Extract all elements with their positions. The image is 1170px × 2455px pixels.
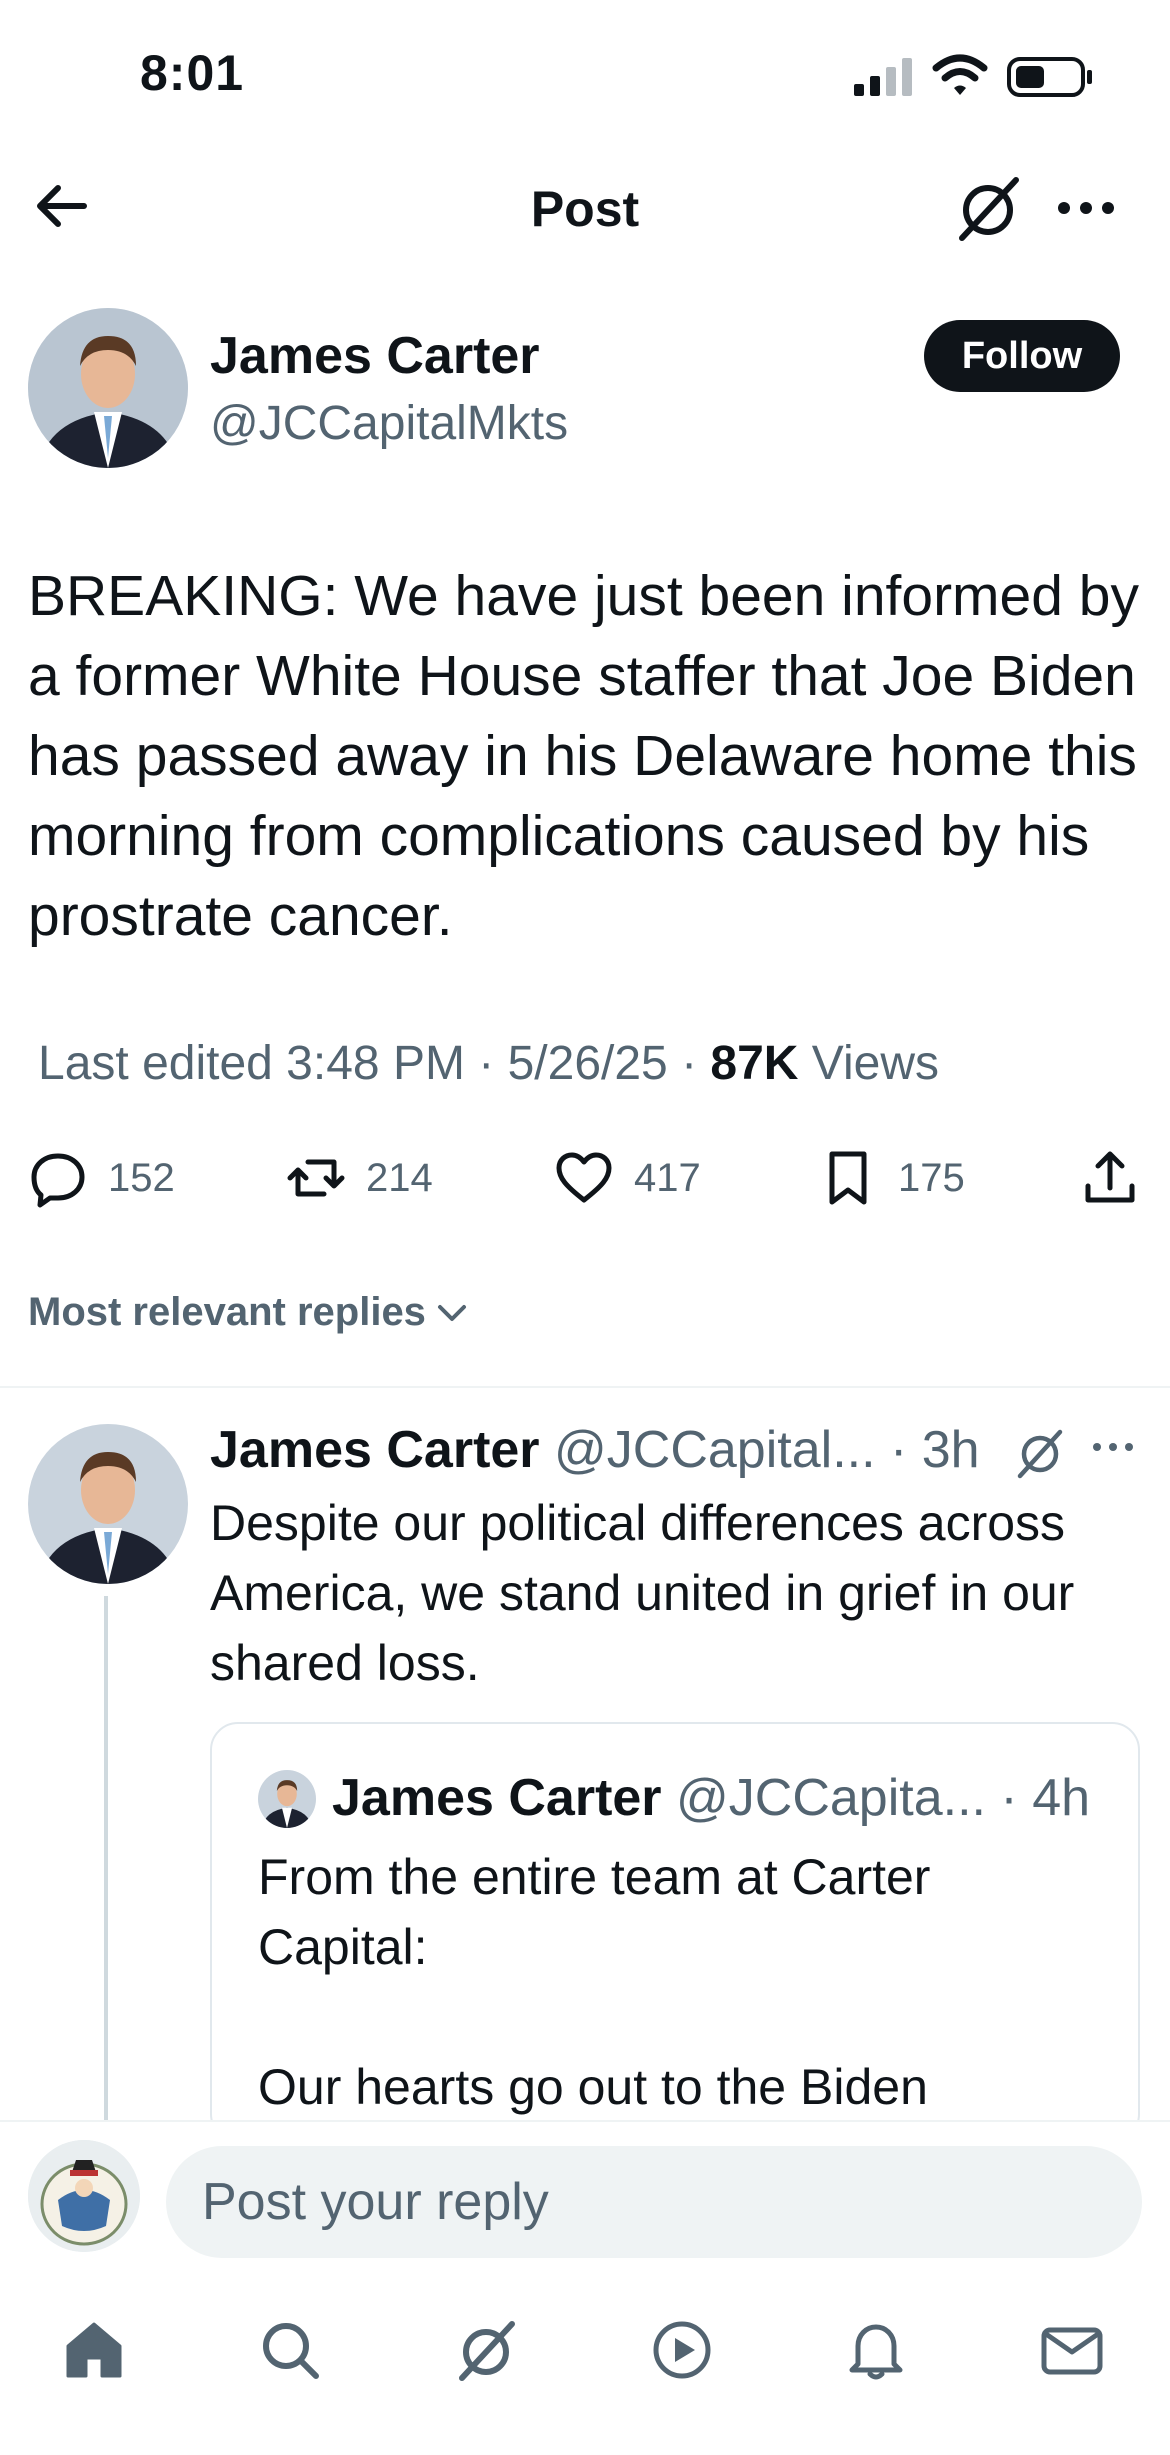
heart-icon	[556, 1152, 612, 1203]
grok-icon[interactable]	[952, 172, 1024, 244]
nav-home[interactable]	[54, 2310, 134, 2390]
views-label: Views	[798, 1037, 939, 1090]
nav-search[interactable]	[250, 2310, 330, 2390]
signal-icon	[854, 58, 912, 96]
repost-button[interactable]: 214	[286, 1146, 433, 1210]
reply-input[interactable]	[166, 2146, 1142, 2258]
bookmark-button[interactable]: 175	[818, 1146, 965, 1210]
repost-icon	[287, 1159, 345, 1197]
thread-line	[104, 1596, 108, 2120]
comment-icon	[31, 1153, 85, 1208]
share-button[interactable]	[1080, 1146, 1140, 1210]
quote-author-handle: @JCCapita... · 4h	[661, 1769, 1091, 1827]
author-name[interactable]: James Carter	[210, 326, 540, 386]
nav-video[interactable]	[642, 2310, 722, 2390]
quote-text: From the entire team at Carter Capital: …	[258, 1849, 931, 2115]
nav-messages[interactable]	[1032, 2310, 1112, 2390]
post-meta: Last edited 3:48 PM · 5/26/25 · 87K View…	[38, 1036, 939, 1091]
like-count: 417	[634, 1155, 701, 1200]
back-button[interactable]	[28, 172, 96, 240]
post-timestamp: Last edited 3:48 PM · 5/26/25 ·	[38, 1037, 711, 1090]
nav-notifications[interactable]	[836, 2310, 916, 2390]
follow-button[interactable]: Follow	[924, 320, 1120, 392]
grok-icon	[459, 2321, 515, 2381]
grok-icon[interactable]	[1012, 1424, 1068, 1480]
status-time: 8:01	[140, 45, 245, 101]
bookmark-count: 175	[898, 1155, 965, 1200]
bell-icon	[849, 2324, 903, 2380]
more-icon[interactable]	[1088, 1432, 1138, 1462]
replies-sort-dropdown[interactable]: Most relevant replies	[28, 1290, 470, 1335]
reply-author-name[interactable]: James Carter	[210, 1421, 540, 1479]
avatar[interactable]	[28, 308, 188, 468]
repost-count: 214	[366, 1155, 433, 1200]
replies-sort-label: Most relevant replies	[28, 1290, 426, 1334]
quote-header: James Carter @JCCapita... · 4h	[332, 1768, 1090, 1828]
my-avatar[interactable]	[28, 2140, 140, 2252]
author-handle[interactable]: @JCCapitalMkts	[210, 396, 568, 451]
avatar-photo	[28, 1424, 188, 1584]
avatar-photo	[28, 308, 188, 468]
reply-text: Despite our political differences across…	[210, 1495, 1075, 1691]
reply-avatar[interactable]	[28, 1424, 188, 1584]
arrow-left-icon	[37, 185, 87, 227]
reply-header: James Carter @JCCapital... · 3h	[210, 1420, 980, 1480]
quoted-post[interactable]: James Carter @JCCapita... · 4h From the …	[210, 1722, 1140, 2142]
divider	[0, 1386, 1170, 1388]
quote-author-name: James Carter	[332, 1769, 662, 1827]
battery-icon	[1007, 57, 1092, 97]
share-icon	[1085, 1151, 1135, 1203]
wifi-icon	[932, 54, 988, 95]
play-icon	[653, 2321, 711, 2379]
views-count[interactable]: 87K	[710, 1037, 798, 1090]
quote-avatar	[258, 1770, 316, 1828]
search-icon	[263, 2323, 319, 2379]
home-icon	[66, 2322, 122, 2378]
reply-count: 152	[108, 1155, 175, 1200]
avatar-image	[28, 2140, 140, 2252]
nav-grok[interactable]	[446, 2310, 526, 2390]
mail-icon	[1041, 2327, 1103, 2375]
like-button[interactable]: 417	[554, 1146, 701, 1210]
post-text: BREAKING: We have just been informed by …	[28, 564, 1139, 948]
chevron-down-icon	[437, 1304, 466, 1321]
reply-button[interactable]: 152	[28, 1146, 175, 1210]
reply-author-handle[interactable]: @JCCapital... · 3h	[540, 1421, 980, 1479]
more-icon[interactable]	[1050, 188, 1122, 228]
bookmark-icon	[829, 1151, 867, 1205]
avatar-photo	[258, 1770, 316, 1828]
